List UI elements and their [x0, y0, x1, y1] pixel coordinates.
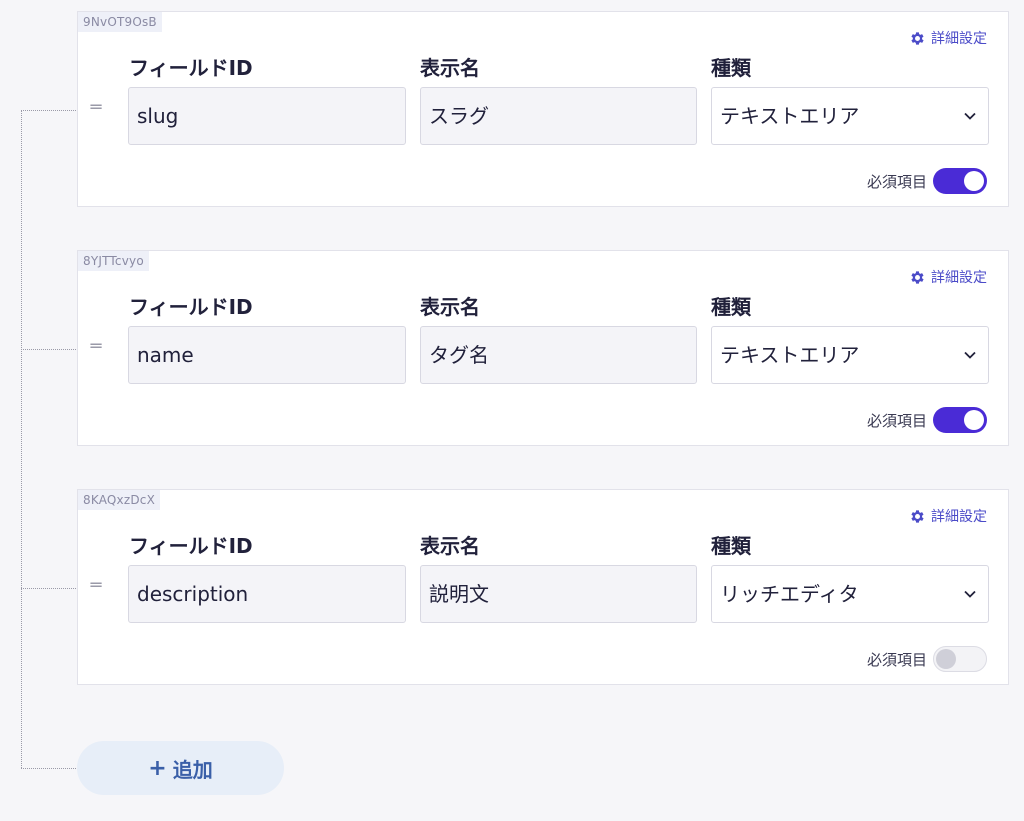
type-label: 種類 — [711, 56, 751, 80]
required-row: 必須項目 — [867, 168, 987, 194]
required-label: 必須項目 — [866, 411, 927, 430]
field-id-input[interactable]: description — [128, 565, 406, 623]
display-name-input[interactable]: タグ名 — [420, 326, 697, 384]
required-label: 必須項目 — [866, 172, 927, 191]
drag-handle-icon[interactable]: ═ — [88, 98, 104, 118]
type-select[interactable]: リッチエディタ — [711, 565, 989, 623]
display-name-label: 表示名 — [420, 534, 480, 558]
chevron-down-icon — [962, 88, 978, 144]
toggle-knob — [964, 410, 984, 430]
tree-connector-branch — [21, 110, 76, 111]
add-field-button[interactable]: + 追加 — [77, 741, 284, 795]
type-select-value: テキストエリア — [720, 104, 860, 128]
drag-handle-icon[interactable]: ═ — [88, 337, 104, 357]
chevron-down-icon — [962, 327, 978, 383]
field-id-label: フィールドID — [129, 295, 253, 319]
toggle-knob — [936, 649, 956, 669]
display-name-label: 表示名 — [420, 295, 480, 319]
field-editor: 9NvOT9OsB 詳細設定 ═ フィールドID 表示名 種類 slug スラグ… — [0, 0, 1024, 821]
settings-link[interactable]: 詳細設定 — [909, 506, 987, 526]
display-name-input[interactable]: スラグ — [420, 87, 697, 145]
gear-icon — [911, 270, 924, 284]
type-select-value: テキストエリア — [720, 343, 860, 367]
chevron-down-icon — [962, 566, 978, 622]
tree-connector-branch — [21, 349, 76, 350]
gear-icon — [911, 31, 924, 45]
settings-label: 詳細設定 — [931, 509, 987, 525]
type-label: 種類 — [711, 295, 751, 319]
display-name-label: 表示名 — [420, 56, 480, 80]
type-label: 種類 — [711, 534, 751, 558]
required-label: 必須項目 — [866, 650, 927, 669]
required-toggle[interactable] — [933, 407, 987, 433]
field-id-label: フィールドID — [129, 56, 253, 80]
required-toggle[interactable] — [933, 646, 987, 672]
settings-link[interactable]: 詳細設定 — [909, 28, 987, 48]
field-card: 8KAQxzDcX 詳細設定 ═ フィールドID 表示名 種類 descript… — [77, 489, 1009, 685]
tree-connector-branch — [21, 588, 76, 589]
type-select[interactable]: テキストエリア — [711, 87, 989, 145]
field-id-input[interactable]: slug — [128, 87, 406, 145]
settings-label: 詳細設定 — [931, 270, 987, 286]
field-id-input[interactable]: name — [128, 326, 406, 384]
type-select[interactable]: テキストエリア — [711, 326, 989, 384]
required-toggle[interactable] — [933, 168, 987, 194]
field-id-tag: 9NvOT9OsB — [78, 12, 162, 32]
plus-icon: + — [148, 755, 167, 781]
type-select-value: リッチエディタ — [720, 582, 859, 606]
gear-icon — [911, 509, 924, 523]
toggle-knob — [964, 171, 984, 191]
add-button-label: 追加 — [172, 757, 213, 782]
field-id-label: フィールドID — [129, 534, 253, 558]
display-name-input[interactable]: 説明文 — [420, 565, 697, 623]
required-row: 必須項目 — [867, 407, 987, 433]
field-card: 8YJTTcvyo 詳細設定 ═ フィールドID 表示名 種類 name タグ名… — [77, 250, 1009, 446]
drag-handle-icon[interactable]: ═ — [88, 576, 104, 596]
required-row: 必須項目 — [867, 646, 987, 672]
field-id-tag: 8KAQxzDcX — [78, 490, 160, 510]
tree-connector-branch — [21, 768, 76, 769]
field-id-tag: 8YJTTcvyo — [78, 251, 149, 271]
settings-link[interactable]: 詳細設定 — [909, 267, 987, 287]
field-card: 9NvOT9OsB 詳細設定 ═ フィールドID 表示名 種類 slug スラグ… — [77, 11, 1009, 207]
settings-label: 詳細設定 — [931, 31, 987, 47]
tree-connector-vertical — [21, 110, 22, 768]
